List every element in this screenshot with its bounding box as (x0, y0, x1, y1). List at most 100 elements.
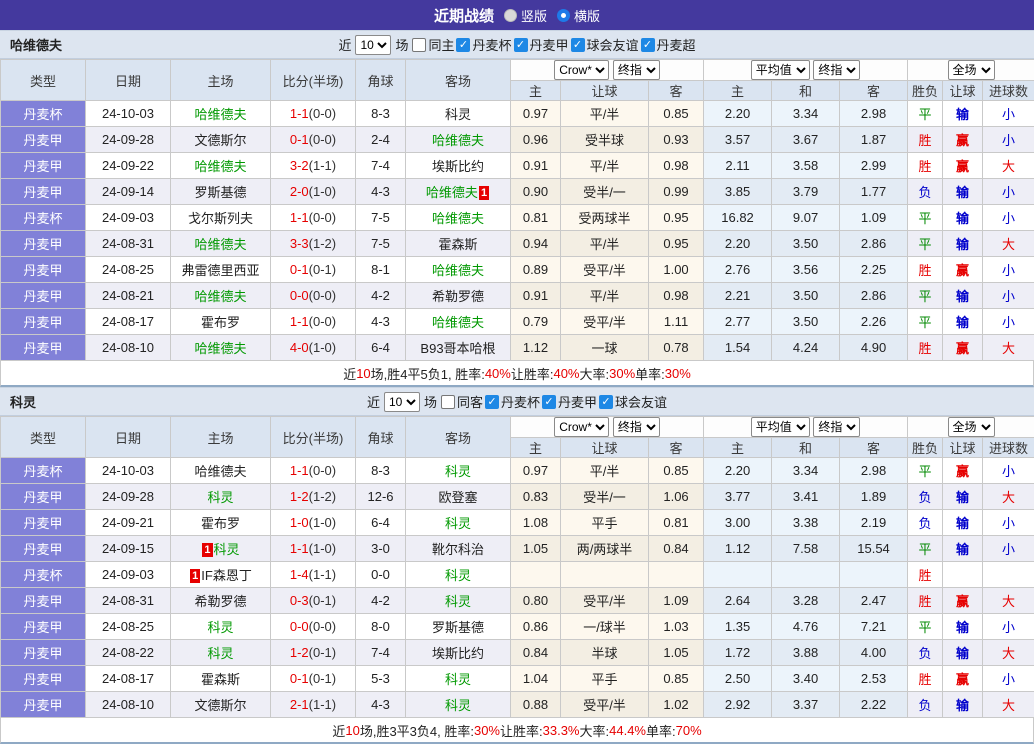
games-count-select[interactable]: 10 (384, 392, 420, 412)
odds-home-cell: 1.12 (511, 335, 561, 361)
checkbox-unchecked-icon[interactable] (441, 395, 455, 409)
date-cell: 24-09-21 (86, 510, 171, 536)
avg-draw-cell: 3.34 (772, 458, 840, 484)
avg-stage-select[interactable]: 终指 (813, 60, 860, 80)
avg-draw-cell: 3.50 (772, 309, 840, 335)
home-team-cell: 科灵 (171, 614, 271, 640)
score-cell: 0-1(0-1) (271, 666, 356, 692)
checkbox-label: 球会友谊 (615, 392, 667, 411)
result-cell: 平 (908, 205, 943, 231)
result-cell: 负 (908, 484, 943, 510)
filter-checkbox[interactable]: ✓丹麦超 (641, 35, 696, 54)
result-cell: 负 (908, 692, 943, 718)
avg-away-cell: 2.86 (840, 231, 908, 257)
filter-checkbox[interactable]: ✓丹麦甲 (514, 35, 569, 54)
filter-checkbox[interactable]: 同主 (412, 35, 454, 54)
avg-home-cell: 2.20 (704, 101, 772, 127)
filter-checkbox[interactable]: ✓球会友谊 (599, 392, 667, 411)
handicap-line-cell: 半球 (561, 640, 649, 666)
radio-off-icon[interactable] (504, 9, 517, 22)
avg-draw-cell: 3.37 (772, 692, 840, 718)
date-cell: 24-08-25 (86, 257, 171, 283)
checkbox-checked-icon[interactable]: ✓ (542, 395, 556, 409)
checkbox-checked-icon[interactable]: ✓ (485, 395, 499, 409)
team-label: 哈维德夫 (432, 133, 484, 148)
summary-segment: 场,胜4平5负1, 胜率: (371, 364, 485, 383)
fulltime-score: 0-0 (290, 619, 309, 634)
goals-result-cell: 小 (983, 536, 1034, 562)
league-checkboxes-1: 同主✓丹麦杯✓丹麦甲✓球会友谊✓丹麦超 (412, 35, 695, 54)
col-handicap: 让球 (561, 438, 649, 458)
team-label: 科灵 (445, 107, 471, 122)
date-cell: 24-09-28 (86, 484, 171, 510)
halftime-score: (1-0) (309, 340, 336, 355)
odds-company-select[interactable]: Crow* (554, 417, 609, 437)
handicap-line-cell: 受半/一 (561, 179, 649, 205)
radio-on-icon[interactable] (557, 9, 570, 22)
avg-stage-select[interactable]: 终指 (813, 417, 860, 437)
col-odds-home: 主 (511, 438, 561, 458)
filter-checkbox[interactable]: ✓丹麦甲 (542, 392, 597, 411)
checkbox-unchecked-icon[interactable] (412, 38, 426, 52)
odds-away-cell: 0.98 (649, 283, 704, 309)
date-cell: 24-08-31 (86, 231, 171, 257)
odds-company-band: Crow* 终指 (511, 60, 704, 81)
handicap-result-cell: 输 (943, 536, 983, 562)
filter-checkbox[interactable]: 同客 (441, 392, 483, 411)
odds-stage-select[interactable]: 终指 (613, 417, 660, 437)
away-team-cell: B93哥本哈根 (406, 335, 511, 361)
avg-select[interactable]: 平均值 (751, 417, 810, 437)
home-team-cell: 1IF森恩丁 (171, 562, 271, 588)
handicap-line-cell: 一球 (561, 335, 649, 361)
col-corner: 角球 (356, 417, 406, 458)
match-row: 丹麦杯24-10-03哈维德夫1-1(0-0)8-3科灵0.97平/半0.852… (1, 458, 1034, 484)
handicap-line-cell: 受平/半 (561, 692, 649, 718)
odds-company-select[interactable]: Crow* (554, 60, 609, 80)
league-cell: 丹麦甲 (1, 231, 86, 257)
checkbox-checked-icon[interactable]: ✓ (456, 38, 470, 52)
goals-result-cell: 小 (983, 510, 1034, 536)
checkbox-checked-icon[interactable]: ✓ (599, 395, 613, 409)
match-row: 丹麦甲24-08-17霍森斯0-1(0-1)5-3科灵1.04平手0.852.5… (1, 666, 1034, 692)
avg-select[interactable]: 平均值 (751, 60, 810, 80)
odds-stage-select[interactable]: 终指 (613, 60, 660, 80)
games-label: 场 (424, 392, 437, 411)
handicap-result-cell: 输 (943, 283, 983, 309)
checkbox-checked-icon[interactable]: ✓ (641, 38, 655, 52)
avg-home-cell: 2.50 (704, 666, 772, 692)
league-cell: 丹麦甲 (1, 309, 86, 335)
filter-checkbox[interactable]: ✓丹麦杯 (456, 35, 511, 54)
summary-segment: 30% (474, 723, 500, 738)
checkbox-label: 丹麦杯 (501, 392, 540, 411)
scope-select[interactable]: 全场 (948, 417, 995, 437)
handicap-line-cell: 受半球 (561, 127, 649, 153)
filter-checkbox[interactable]: ✓丹麦杯 (485, 392, 540, 411)
match-row: 丹麦甲24-09-14罗斯基德2-0(1-0)4-3哈维德夫10.90受半/一0… (1, 179, 1034, 205)
checkbox-checked-icon[interactable]: ✓ (571, 38, 585, 52)
home-team-cell: 科灵 (171, 484, 271, 510)
halftime-score: (0-0) (309, 463, 336, 478)
away-team-cell: 靴尔科治 (406, 536, 511, 562)
avg-home-cell: 2.64 (704, 588, 772, 614)
scope-select[interactable]: 全场 (948, 60, 995, 80)
result-cell: 胜 (908, 153, 943, 179)
avg-draw-cell: 3.38 (772, 510, 840, 536)
match-row: 丹麦甲24-09-21霍布罗1-0(1-0)6-4科灵1.08平手0.813.0… (1, 510, 1034, 536)
goals-result-cell: 小 (983, 257, 1034, 283)
games-count-select[interactable]: 10 (355, 35, 391, 55)
odds-home-cell: 1.04 (511, 666, 561, 692)
team-label: 希勒罗德 (194, 594, 246, 609)
date-cell: 24-09-28 (86, 127, 171, 153)
handicap-line-cell: 平手 (561, 510, 649, 536)
score-cell: 1-4(1-1) (271, 562, 356, 588)
checkbox-checked-icon[interactable]: ✓ (514, 38, 528, 52)
filter-checkbox[interactable]: ✓球会友谊 (571, 35, 639, 54)
layout-radio-horizontal[interactable]: 横版 (557, 6, 600, 25)
date-cell: 24-08-10 (86, 692, 171, 718)
halftime-score: (1-0) (309, 515, 336, 530)
layout-radio-vertical[interactable]: 竖版 (504, 6, 547, 25)
col-handicap-result: 让球 (943, 81, 983, 101)
checkbox-label: 同主 (428, 35, 454, 54)
halftime-score: (1-1) (309, 567, 336, 582)
away-team-cell: 科灵 (406, 101, 511, 127)
